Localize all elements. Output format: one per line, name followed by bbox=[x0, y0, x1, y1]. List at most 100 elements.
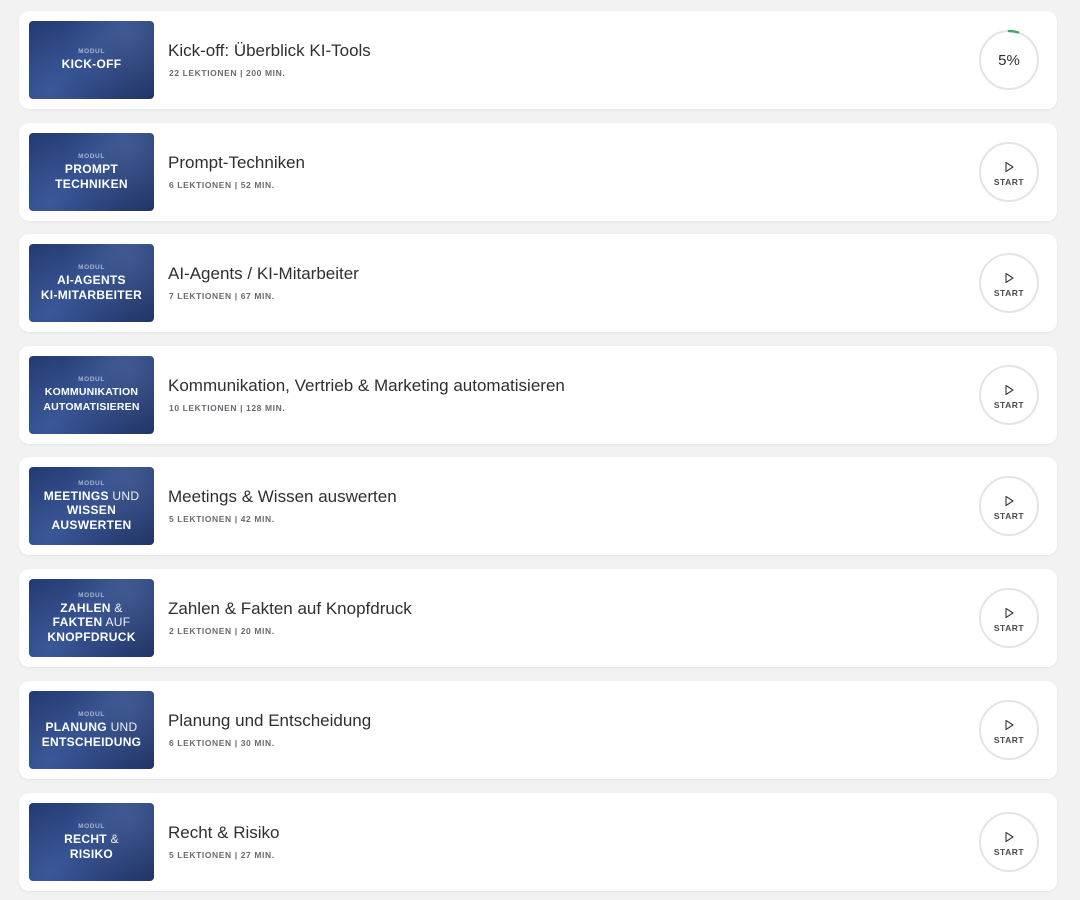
thumbnail-title-word: & bbox=[110, 600, 123, 615]
play-icon bbox=[1005, 161, 1014, 172]
start-button[interactable]: START bbox=[979, 142, 1039, 202]
module-thumbnail[interactable]: MODUL KOMMUNIKATION AUTOMATISIEREN bbox=[29, 356, 154, 434]
thumbnail-title-line: KNOPFDRUCK bbox=[47, 630, 135, 645]
thumbnail-modul-label: MODUL bbox=[78, 711, 105, 718]
module-title[interactable]: Kommunikation, Vertrieb & Marketing auto… bbox=[168, 376, 565, 396]
module-thumbnail[interactable]: MODUL RECHT & RISIKO bbox=[29, 803, 154, 881]
start-label: START bbox=[993, 846, 1025, 857]
thumbnail-title-word: PLANUNG bbox=[45, 720, 107, 734]
play-icon bbox=[1005, 384, 1014, 395]
thumbnail-title-line: PLANUNG UND bbox=[46, 720, 138, 735]
module-card[interactable]: MODUL KOMMUNIKATION AUTOMATISIEREN Kommunik… bbox=[19, 346, 1057, 444]
thumbnail-modul-label: MODUL bbox=[78, 264, 105, 271]
thumbnail-title-word: AUTOMATISIEREN bbox=[43, 400, 140, 413]
thumbnail-title-line: AUTOMATISIEREN bbox=[43, 400, 139, 415]
play-icon bbox=[1005, 495, 1014, 506]
thumbnail-title-word: UND bbox=[108, 488, 140, 503]
thumbnail-title-word: AUSWERTEN bbox=[51, 517, 132, 532]
play-icon bbox=[1005, 719, 1014, 730]
start-label: START bbox=[993, 510, 1025, 521]
start-label: START bbox=[993, 176, 1025, 187]
thumbnail-title-word: ENTSCHEIDUNG bbox=[41, 734, 142, 749]
module-meta: 5 LEKTIONEN | 27 MIN. bbox=[169, 850, 275, 860]
progress-percent: 5% bbox=[998, 51, 1020, 69]
module-meta: 2 LEKTIONEN | 20 MIN. bbox=[169, 626, 275, 636]
module-title[interactable]: Kick-off: Überblick KI-Tools bbox=[168, 41, 371, 61]
start-button[interactable]: START bbox=[979, 700, 1039, 760]
thumbnail-title-word: ZAHLEN bbox=[60, 600, 111, 615]
start-label: START bbox=[993, 622, 1025, 633]
module-thumbnail[interactable]: MODUL KICK-OFF bbox=[29, 21, 154, 99]
module-card[interactable]: MODUL KICK-OFF Kick-off: Überblick KI-Tool… bbox=[19, 11, 1057, 109]
module-meta: 5 LEKTIONEN | 42 MIN. bbox=[169, 514, 275, 524]
module-card[interactable]: MODUL MEETINGS UND WISSEN AUSWERTEN Meetings… bbox=[19, 457, 1057, 555]
module-title[interactable]: Prompt-Techniken bbox=[168, 153, 305, 173]
module-thumbnail[interactable]: MODUL PLANUNG UND ENTSCHEIDUNG bbox=[29, 691, 154, 769]
thumbnail-title-word: KOMMUNIKATION bbox=[44, 386, 139, 398]
thumbnail-title-line: RECHT & bbox=[64, 832, 119, 847]
thumbnail-title-line: FAKTEN AUF bbox=[53, 615, 131, 630]
thumbnail-modul-label: MODUL bbox=[78, 823, 105, 830]
thumbnail-title-word: FAKTEN bbox=[52, 615, 103, 630]
thumbnail-modul-label: MODUL bbox=[78, 591, 105, 599]
module-meta: 7 LEKTIONEN | 67 MIN. bbox=[169, 291, 275, 301]
thumbnail-title-word: RECHT bbox=[64, 832, 107, 846]
module-title[interactable]: Meetings & Wissen auswerten bbox=[168, 487, 397, 507]
progress-indicator[interactable]: 5% bbox=[979, 30, 1039, 90]
thumbnail-title-line: KICK-OFF bbox=[62, 57, 122, 72]
thumbnail-title-word: & bbox=[106, 832, 119, 846]
thumbnail-title-word: KNOPFDRUCK bbox=[47, 629, 136, 644]
thumbnail-title-word: KICK-OFF bbox=[61, 57, 122, 72]
module-card[interactable]: MODUL ZAHLEN & FAKTEN AUF KNOPFDRUCK Zahlen … bbox=[19, 569, 1057, 667]
thumbnail-modul-label: MODUL bbox=[78, 48, 105, 56]
thumbnail-title-line: ENTSCHEIDUNG bbox=[42, 735, 142, 750]
thumbnail-title-word: RISIKO bbox=[69, 846, 114, 861]
thumbnail-title-line: KOMMUNIKATION bbox=[45, 385, 138, 400]
thumbnail-title-line: AI-AGENTS bbox=[57, 273, 126, 288]
module-meta: 6 LEKTIONEN | 52 MIN. bbox=[169, 180, 275, 190]
thumbnail-title-line: RISIKO bbox=[70, 847, 113, 862]
module-card[interactable]: MODUL RECHT & RISIKO Recht & Risiko 5 LEKTIO… bbox=[19, 793, 1057, 891]
thumbnail-title-word: AUF bbox=[102, 615, 131, 630]
start-button[interactable]: START bbox=[979, 253, 1039, 313]
start-button[interactable]: START bbox=[979, 365, 1039, 425]
thumbnail-title-line: KI-MITARBEITER bbox=[41, 288, 142, 303]
module-card[interactable]: MODUL AI-AGENTS KI-MITARBEITER AI-Agents / … bbox=[19, 234, 1057, 332]
module-thumbnail[interactable]: MODUL ZAHLEN & FAKTEN AUF KNOPFDRUCK bbox=[29, 579, 154, 657]
thumbnail-title-word: TECHNIKEN bbox=[55, 176, 128, 191]
play-icon bbox=[1005, 607, 1014, 618]
play-icon bbox=[1005, 272, 1014, 283]
thumbnail-title-line: PROMPT bbox=[65, 162, 118, 177]
thumbnail-title-word: PROMPT bbox=[64, 162, 119, 176]
thumbnail-modul-label: MODUL bbox=[78, 153, 105, 160]
module-title[interactable]: AI-Agents / KI-Mitarbeiter bbox=[168, 264, 359, 284]
module-thumbnail[interactable]: MODUL MEETINGS UND WISSEN AUSWERTEN bbox=[29, 467, 154, 545]
thumbnail-title-word: WISSEN bbox=[66, 503, 117, 518]
start-label: START bbox=[993, 399, 1025, 410]
module-meta: 6 LEKTIONEN | 30 MIN. bbox=[169, 738, 275, 748]
module-card[interactable]: MODUL PLANUNG UND ENTSCHEIDUNG Planung und … bbox=[19, 681, 1057, 779]
module-card[interactable]: MODUL PROMPT TECHNIKEN Prompt-Techniken 6 LE… bbox=[19, 123, 1057, 221]
thumbnail-title-line: MEETINGS UND bbox=[44, 489, 140, 504]
thumbnail-title-word: UND bbox=[106, 720, 138, 734]
start-label: START bbox=[993, 287, 1025, 298]
thumbnail-modul-label: MODUL bbox=[78, 479, 105, 487]
thumbnail-title-word: AI-AGENTS bbox=[57, 273, 126, 287]
play-icon bbox=[1005, 831, 1014, 842]
start-button[interactable]: START bbox=[979, 476, 1039, 536]
thumbnail-title-line: ZAHLEN & bbox=[60, 601, 122, 616]
thumbnail-title-line: WISSEN bbox=[67, 503, 116, 518]
start-button[interactable]: START bbox=[979, 812, 1039, 872]
module-thumbnail[interactable]: MODUL AI-AGENTS KI-MITARBEITER bbox=[29, 244, 154, 322]
module-title[interactable]: Recht & Risiko bbox=[168, 823, 279, 843]
thumbnail-title-word: MEETINGS bbox=[43, 488, 109, 503]
thumbnail-modul-label: MODUL bbox=[78, 376, 105, 383]
thumbnail-title-line: TECHNIKEN bbox=[55, 177, 128, 192]
thumbnail-title-word: KI-MITARBEITER bbox=[40, 287, 143, 302]
thumbnail-title-line: AUSWERTEN bbox=[51, 518, 131, 533]
module-thumbnail[interactable]: MODUL PROMPT TECHNIKEN bbox=[29, 133, 154, 211]
start-button[interactable]: START bbox=[979, 588, 1039, 648]
module-meta: 10 LEKTIONEN | 128 MIN. bbox=[169, 403, 286, 413]
module-title[interactable]: Zahlen & Fakten auf Knopfdruck bbox=[168, 599, 412, 619]
module-title[interactable]: Planung und Entscheidung bbox=[168, 711, 371, 731]
